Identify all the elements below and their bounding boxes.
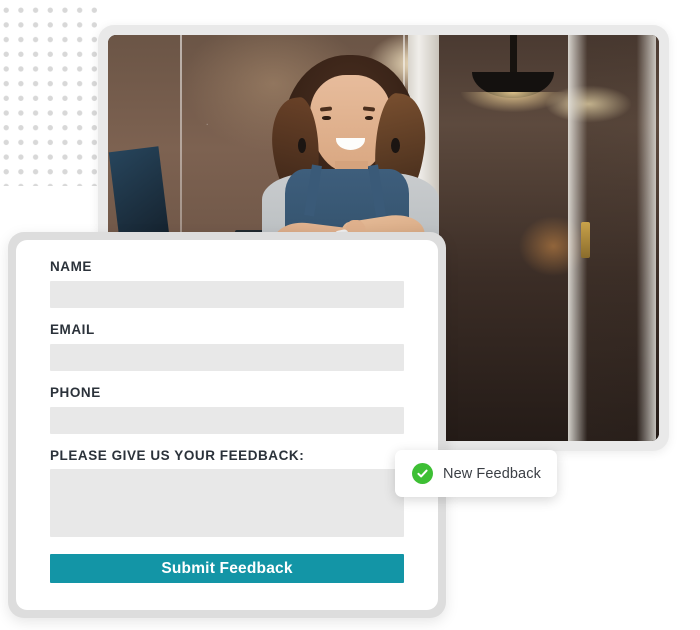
feedback-form-card: NAME EMAIL PHONE PLEASE GIVE US YOUR FEE… <box>8 232 446 618</box>
photo-door-handle <box>581 221 591 259</box>
feedback-label: PLEASE GIVE US YOUR FEEDBACK: <box>50 447 305 463</box>
email-label: EMAIL <box>50 321 95 337</box>
name-input[interactable] <box>50 280 404 308</box>
feedback-textarea[interactable] <box>50 469 404 538</box>
phone-input[interactable] <box>50 406 404 434</box>
photo-pendant-rod <box>510 35 518 74</box>
person-earring-right <box>390 137 400 154</box>
feedback-form: NAME EMAIL PHONE PLEASE GIVE US YOUR FEE… <box>16 240 438 610</box>
phone-label: PHONE <box>50 384 101 400</box>
check-circle-icon <box>412 463 433 484</box>
new-feedback-toast[interactable]: New Feedback <box>395 450 557 497</box>
dot-grid-pattern <box>0 2 104 186</box>
email-input[interactable] <box>50 343 404 371</box>
name-label: NAME <box>50 259 92 274</box>
toast-label: New Feedback <box>443 465 541 482</box>
submit-feedback-button[interactable]: Submit Feedback <box>50 554 404 584</box>
photo-pendant-glow <box>460 91 566 113</box>
